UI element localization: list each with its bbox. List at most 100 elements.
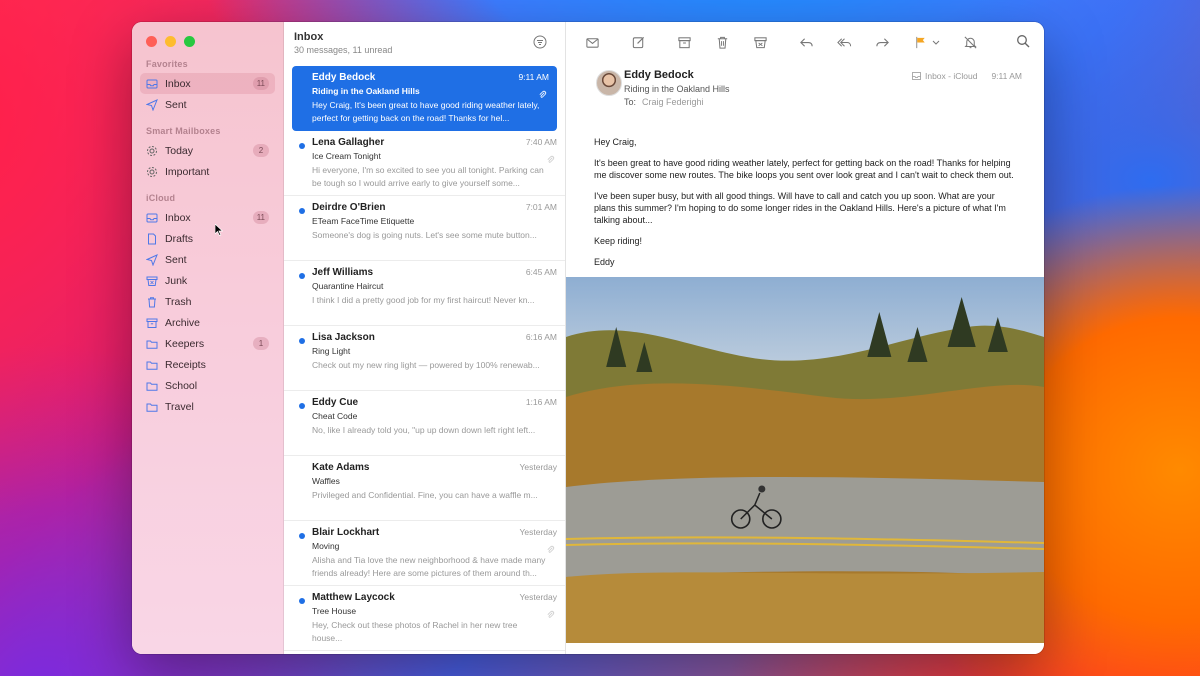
message-subject: Tree House: [312, 606, 357, 616]
search-icon[interactable]: [1016, 34, 1030, 48]
message-subject: Moving: [312, 541, 340, 551]
body-paragraph: Keep riding!: [594, 236, 643, 246]
new-message-icon[interactable]: [630, 34, 646, 50]
reading-pane: Eddy Bedock Riding in the Oakland Hills …: [566, 22, 1044, 654]
archive-icon: [146, 317, 158, 329]
message-preview: Check out my new ring light — powered by…: [312, 360, 540, 370]
message-time: 9:11 AM: [518, 72, 549, 82]
recipient-line: To: Craig Federighi: [624, 97, 1044, 107]
message-row-header: Lena Gallagher 7:40 AM: [312, 137, 557, 148]
document-icon: [146, 233, 158, 245]
archive-icon[interactable]: [676, 34, 692, 50]
message-preview: Privileged and Confidential. Fine, you c…: [312, 490, 538, 500]
message-time: 9:11 AM: [991, 71, 1022, 81]
message-preview: Hey, Check out these photos of Rachel in…: [312, 620, 518, 643]
message-sender: Lisa Jackson: [312, 332, 375, 343]
unread-dot-icon: [299, 208, 305, 214]
message-time: 6:45 AM: [525, 267, 557, 277]
junk-icon[interactable]: [752, 34, 768, 50]
unread-count-badge: 11: [252, 211, 269, 224]
message-subject: Ice Cream Tonight: [312, 151, 381, 161]
reply-icon[interactable]: [798, 34, 814, 50]
message-time: 1:16 AM: [525, 397, 557, 407]
sidebar-item-icloud-junk[interactable]: Junk: [140, 270, 275, 291]
sidebar-item-icloud-sent[interactable]: Sent: [140, 249, 275, 270]
sidebar-item-label: Junk: [165, 274, 188, 287]
chevron-down-icon[interactable]: [932, 34, 940, 50]
body-paragraph: Hey Craig,: [594, 137, 637, 147]
message-row-header: Jeff Williams 6:45 AM: [312, 267, 557, 278]
message-row[interactable]: Lena Gallagher 7:40 AM Ice Cream Tonight…: [284, 131, 565, 196]
unread-dot-icon: [299, 143, 305, 149]
forward-icon[interactable]: [874, 34, 890, 50]
message-row[interactable]: Eddy Bedock 9:11 AM Riding in the Oaklan…: [292, 66, 557, 131]
message-row[interactable]: Blair Lockhart Yesterday Moving Alisha a…: [284, 521, 565, 586]
mute-bell-icon[interactable]: [962, 34, 978, 50]
mailbox-tray-icon: [912, 72, 921, 80]
message-row[interactable]: Matthew Laycock Yesterday Tree House Hey…: [284, 586, 565, 651]
paperclip-icon: [547, 610, 555, 618]
paperclip-icon: [547, 545, 555, 553]
message-row-header: Eddy Cue 1:16 AM: [312, 397, 557, 408]
message-preview: No, like I already told you, "up up down…: [312, 425, 536, 435]
message-row[interactable]: Deirdre O'Brien 7:01 AM ETeam FaceTime E…: [284, 196, 565, 261]
sidebar-item-icloud-inbox[interactable]: Inbox 11: [140, 207, 275, 228]
sidebar-item-favorites-sent[interactable]: Sent: [140, 94, 275, 115]
message-header: Eddy Bedock Riding in the Oakland Hills …: [566, 62, 1044, 118]
flag-icon[interactable]: [912, 34, 928, 50]
folder-icon: [146, 338, 158, 350]
sidebar-item-label: Sent: [165, 253, 187, 266]
sidebar-item-icloud-drafts[interactable]: Drafts: [140, 228, 275, 249]
message-preview: Hey Craig, It's been great to have good …: [312, 100, 540, 123]
section-title-icloud: iCloud: [146, 193, 176, 203]
mail-window: Favorites Inbox 11 Sent Smart Mailboxes Today…: [132, 22, 1044, 654]
message-row-header: Matthew Laycock Yesterday: [312, 592, 557, 603]
compose-mail-icon[interactable]: [584, 34, 600, 50]
message-sender: Lena Gallagher: [312, 137, 385, 148]
sidebar-item-smart-mailboxes-today[interactable]: Today 2: [140, 140, 275, 161]
filter-icon[interactable]: [533, 35, 547, 49]
sidebar-item-icloud-school[interactable]: School: [140, 375, 275, 396]
message-row[interactable]: Lisa Jackson 6:16 AM Ring Light Check ou…: [284, 326, 565, 391]
paperplane-icon: [146, 253, 158, 266]
close-button[interactable]: [146, 35, 157, 47]
message-row-header: Lisa Jackson 6:16 AM: [312, 332, 557, 343]
folder-icon: [146, 401, 158, 413]
trash-icon[interactable]: [714, 34, 730, 50]
unread-count-badge: 1: [253, 337, 269, 350]
message-row[interactable]: Jeff Williams 6:45 AM Quarantine Haircut…: [284, 261, 565, 326]
message-rows: Eddy Bedock 9:11 AM Riding in the Oaklan…: [284, 66, 565, 651]
message-subject: ETeam FaceTime Etiquette: [312, 216, 415, 226]
message-time: 7:01 AM: [525, 202, 557, 212]
sidebar-item-icloud-travel[interactable]: Travel: [140, 396, 275, 417]
landscape-illustration: [566, 297, 1044, 643]
message-row[interactable]: Kate Adams Yesterday Waffles Privileged …: [284, 456, 565, 521]
minimize-button[interactable]: [165, 35, 176, 47]
unread-dot-icon: [299, 273, 305, 279]
sidebar-item-smart-mailboxes-important[interactable]: Important: [140, 161, 275, 182]
avatar: [596, 70, 622, 96]
sidebar-item-icloud-keepers[interactable]: Keepers 1: [140, 333, 275, 354]
sidebar-item-icloud-receipts[interactable]: Receipts: [140, 354, 275, 375]
junk-icon: [146, 275, 158, 287]
unread-dot-icon: [299, 533, 305, 539]
sidebar-item-icloud-archive[interactable]: Archive: [140, 312, 275, 333]
message-row[interactable]: Eddy Cue 1:16 AM Cheat Code No, like I a…: [284, 391, 565, 456]
body-paragraph: Eddy: [594, 257, 615, 267]
paperclip-icon: [539, 90, 547, 98]
message-sender: Eddy Cue: [312, 397, 359, 408]
body-paragraph: I've been super busy, but with all good …: [594, 191, 1006, 225]
sidebar-item-favorites-inbox[interactable]: Inbox 11: [140, 73, 275, 94]
trash-icon: [146, 296, 158, 308]
inbox-icon: [146, 212, 158, 224]
recipient-name[interactable]: Craig Federighi: [642, 97, 704, 107]
gear-icon: [146, 145, 158, 157]
inbox-icon: [146, 78, 158, 90]
zoom-button[interactable]: [184, 35, 195, 47]
message-row-header: Kate Adams Yesterday: [312, 462, 557, 473]
reply-all-icon[interactable]: [836, 34, 852, 50]
sidebar-item-label: Today: [165, 144, 194, 157]
mailbox-name: Inbox - iCloud: [924, 71, 978, 81]
message-subject: Waffles: [312, 476, 340, 486]
sidebar-item-icloud-trash[interactable]: Trash: [140, 291, 275, 312]
